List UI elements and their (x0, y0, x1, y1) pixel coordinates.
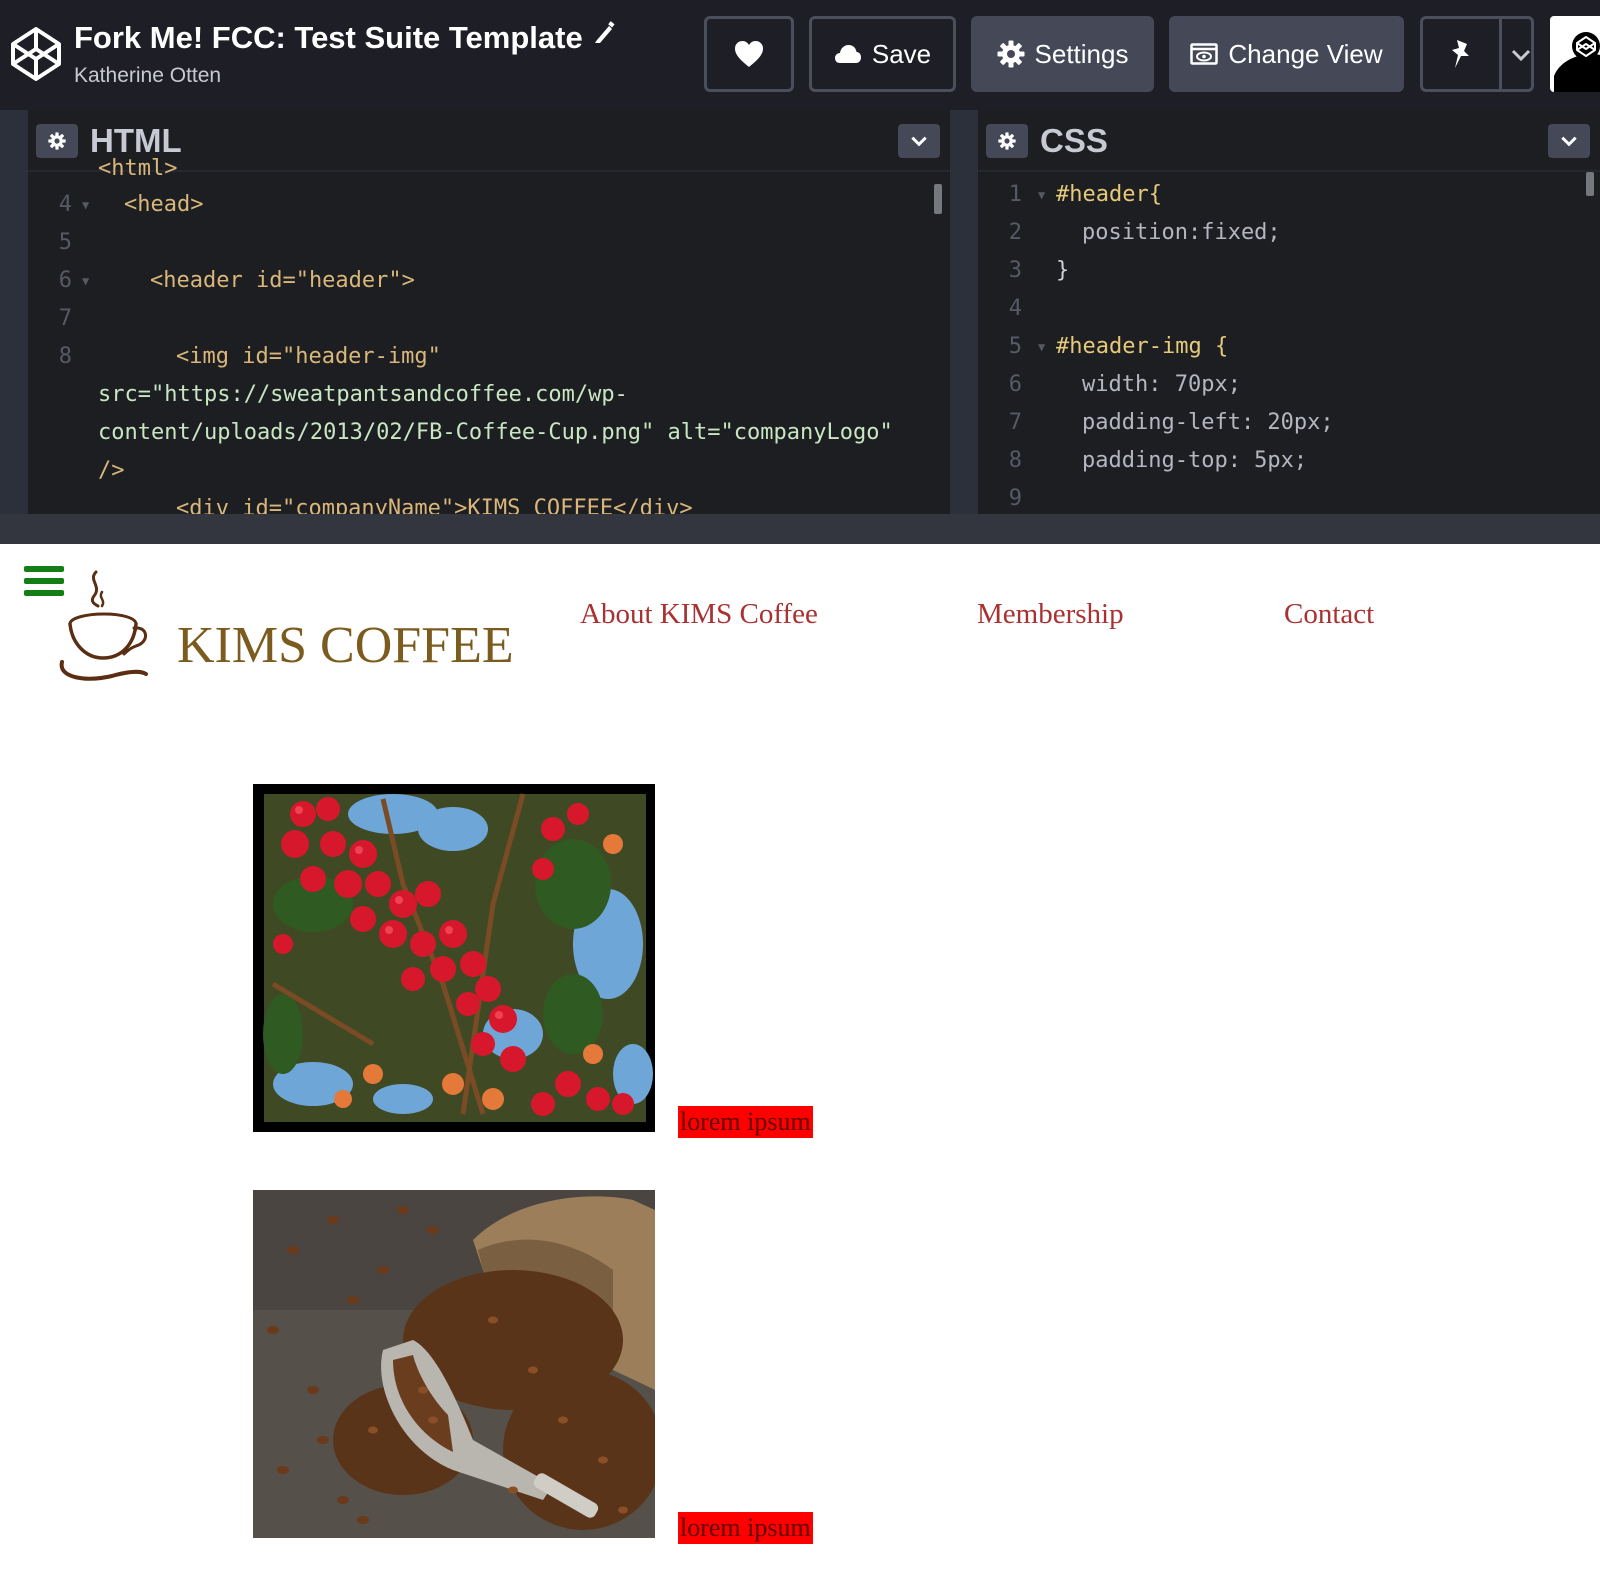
pen-title[interactable]: Fork Me! FCC: Test Suite Template (74, 16, 615, 56)
line-number: 6 (1008, 372, 1022, 397)
pencil-edit-icon[interactable] (593, 16, 615, 43)
chevron-down-icon (911, 136, 927, 147)
image-caption: lorem ipsum (678, 1512, 813, 1544)
codepen-logo-icon[interactable] (10, 26, 62, 82)
love-button[interactable] (704, 16, 794, 92)
html-code[interactable]: <html> 4 ▼ <head> 5 6 ▼ <header id="head… (28, 156, 950, 514)
nav-link-about[interactable]: About KIMS Coffee (580, 598, 818, 631)
code-line-partial: <div id="companyName">KIMS COFFEE</div> (176, 496, 693, 514)
company-name: KIMS COFFEE (177, 617, 514, 674)
css-settings-button[interactable] (986, 124, 1028, 158)
code-line: } (1056, 258, 1070, 283)
gear-icon (997, 40, 1025, 68)
cloud-icon (834, 45, 861, 63)
author-name[interactable]: Katherine Otten (74, 64, 615, 88)
line-number: 5 (1008, 334, 1022, 359)
pin-divider (1499, 19, 1502, 89)
change-view-label: Change View (1228, 38, 1383, 69)
line-number: 1 (1008, 182, 1022, 207)
settings-button[interactable]: Settings (971, 16, 1154, 92)
code-line-partial: <html> (98, 156, 178, 181)
line-number: 9 (1008, 486, 1022, 511)
css-code[interactable]: 1 ▼ #header{ 2 position:fixed; 3 } 4 5 ▼… (978, 172, 1600, 514)
pin-button[interactable] (1420, 16, 1534, 92)
user-avatar[interactable] (1550, 16, 1600, 92)
code-line: content/uploads/2013/02/FB-Coffee-Cup.pn… (98, 420, 893, 445)
code-line: #header-img { (1056, 334, 1229, 359)
save-label: Save (871, 38, 932, 69)
coffee-cherries-image (253, 784, 655, 1132)
code-line: <head> (124, 192, 204, 217)
fold-marker-icon[interactable]: ▼ (82, 274, 89, 288)
html-settings-button[interactable] (36, 124, 78, 158)
coffee-cup-logo (56, 566, 152, 686)
editor-area: HTML <html> 4 ▼ <head> 5 6 ▼ <header id=… (0, 110, 1600, 514)
code-line: padding-top: 5px; (1082, 448, 1308, 473)
heart-icon (735, 41, 763, 67)
nav-link-membership[interactable]: Membership (977, 598, 1124, 631)
code-line: position:fixed; (1082, 220, 1281, 245)
line-number: 5 (58, 230, 72, 255)
fold-marker-icon[interactable]: ▼ (82, 198, 89, 212)
fold-marker-icon[interactable]: ▼ (1038, 340, 1045, 354)
fold-marker-icon[interactable]: ▼ (1038, 188, 1045, 202)
code-text: <header id="header"> (150, 268, 415, 293)
chevron-down-icon[interactable] (1509, 43, 1533, 67)
line-number: 7 (1008, 410, 1022, 435)
code-line: src="https://sweatpantsandcoffee.com/wp- (98, 382, 628, 407)
preview-frame: KIMS COFFEE About KIMS Coffee Membership… (0, 544, 1600, 1590)
css-pane-title: CSS (1040, 122, 1108, 159)
line-number: 4 (58, 192, 72, 217)
html-pane-menu-button[interactable] (898, 124, 940, 158)
html-editor-pane: HTML <html> 4 ▼ <head> 5 6 ▼ <header id=… (28, 110, 950, 514)
code-line: <img id="header-img" (176, 344, 441, 369)
css-editor-pane: CSS 1 ▼ #header{ 2 position:fixed; 3 } 4… (978, 110, 1600, 514)
pin-icon (1452, 40, 1469, 68)
top-bar: Fork Me! FCC: Test Suite Template Kather… (0, 0, 1600, 110)
nav-link-contact[interactable]: Contact (1284, 598, 1374, 631)
pen-title-block: Fork Me! FCC: Test Suite Template Kather… (74, 16, 615, 88)
line-number: 6 (58, 268, 72, 293)
code-line: /> (98, 458, 125, 483)
css-pane-menu-button[interactable] (1548, 124, 1590, 158)
change-view-button[interactable]: Change View (1169, 16, 1404, 92)
gear-icon (998, 132, 1016, 150)
preview-resize-handle[interactable] (0, 514, 1600, 544)
line-number: 8 (58, 344, 72, 369)
css-pane-header: CSS (978, 110, 1600, 172)
save-button[interactable]: Save (809, 16, 956, 92)
code-line: padding-left: 20px; (1082, 410, 1334, 435)
line-number: 8 (1008, 448, 1022, 473)
line-number: 4 (1008, 296, 1022, 321)
code-line: #header{ (1056, 182, 1162, 207)
chevron-down-icon (1561, 136, 1577, 147)
pen-title-text: Fork Me! FCC: Test Suite Template (74, 20, 583, 55)
gear-icon (48, 132, 66, 150)
code-line: <header id="header"> (150, 268, 415, 293)
image-caption: lorem ipsum (678, 1106, 813, 1138)
layout-view-icon (1190, 43, 1219, 65)
coffee-beans-scoop-image (253, 1190, 655, 1538)
line-number: 3 (1008, 258, 1022, 283)
line-number: 7 (58, 306, 72, 331)
html-pane-title: HTML (90, 122, 182, 159)
settings-label: Settings (1034, 38, 1129, 69)
code-line: width: 70px; (1082, 372, 1241, 397)
line-number: 2 (1008, 220, 1022, 245)
